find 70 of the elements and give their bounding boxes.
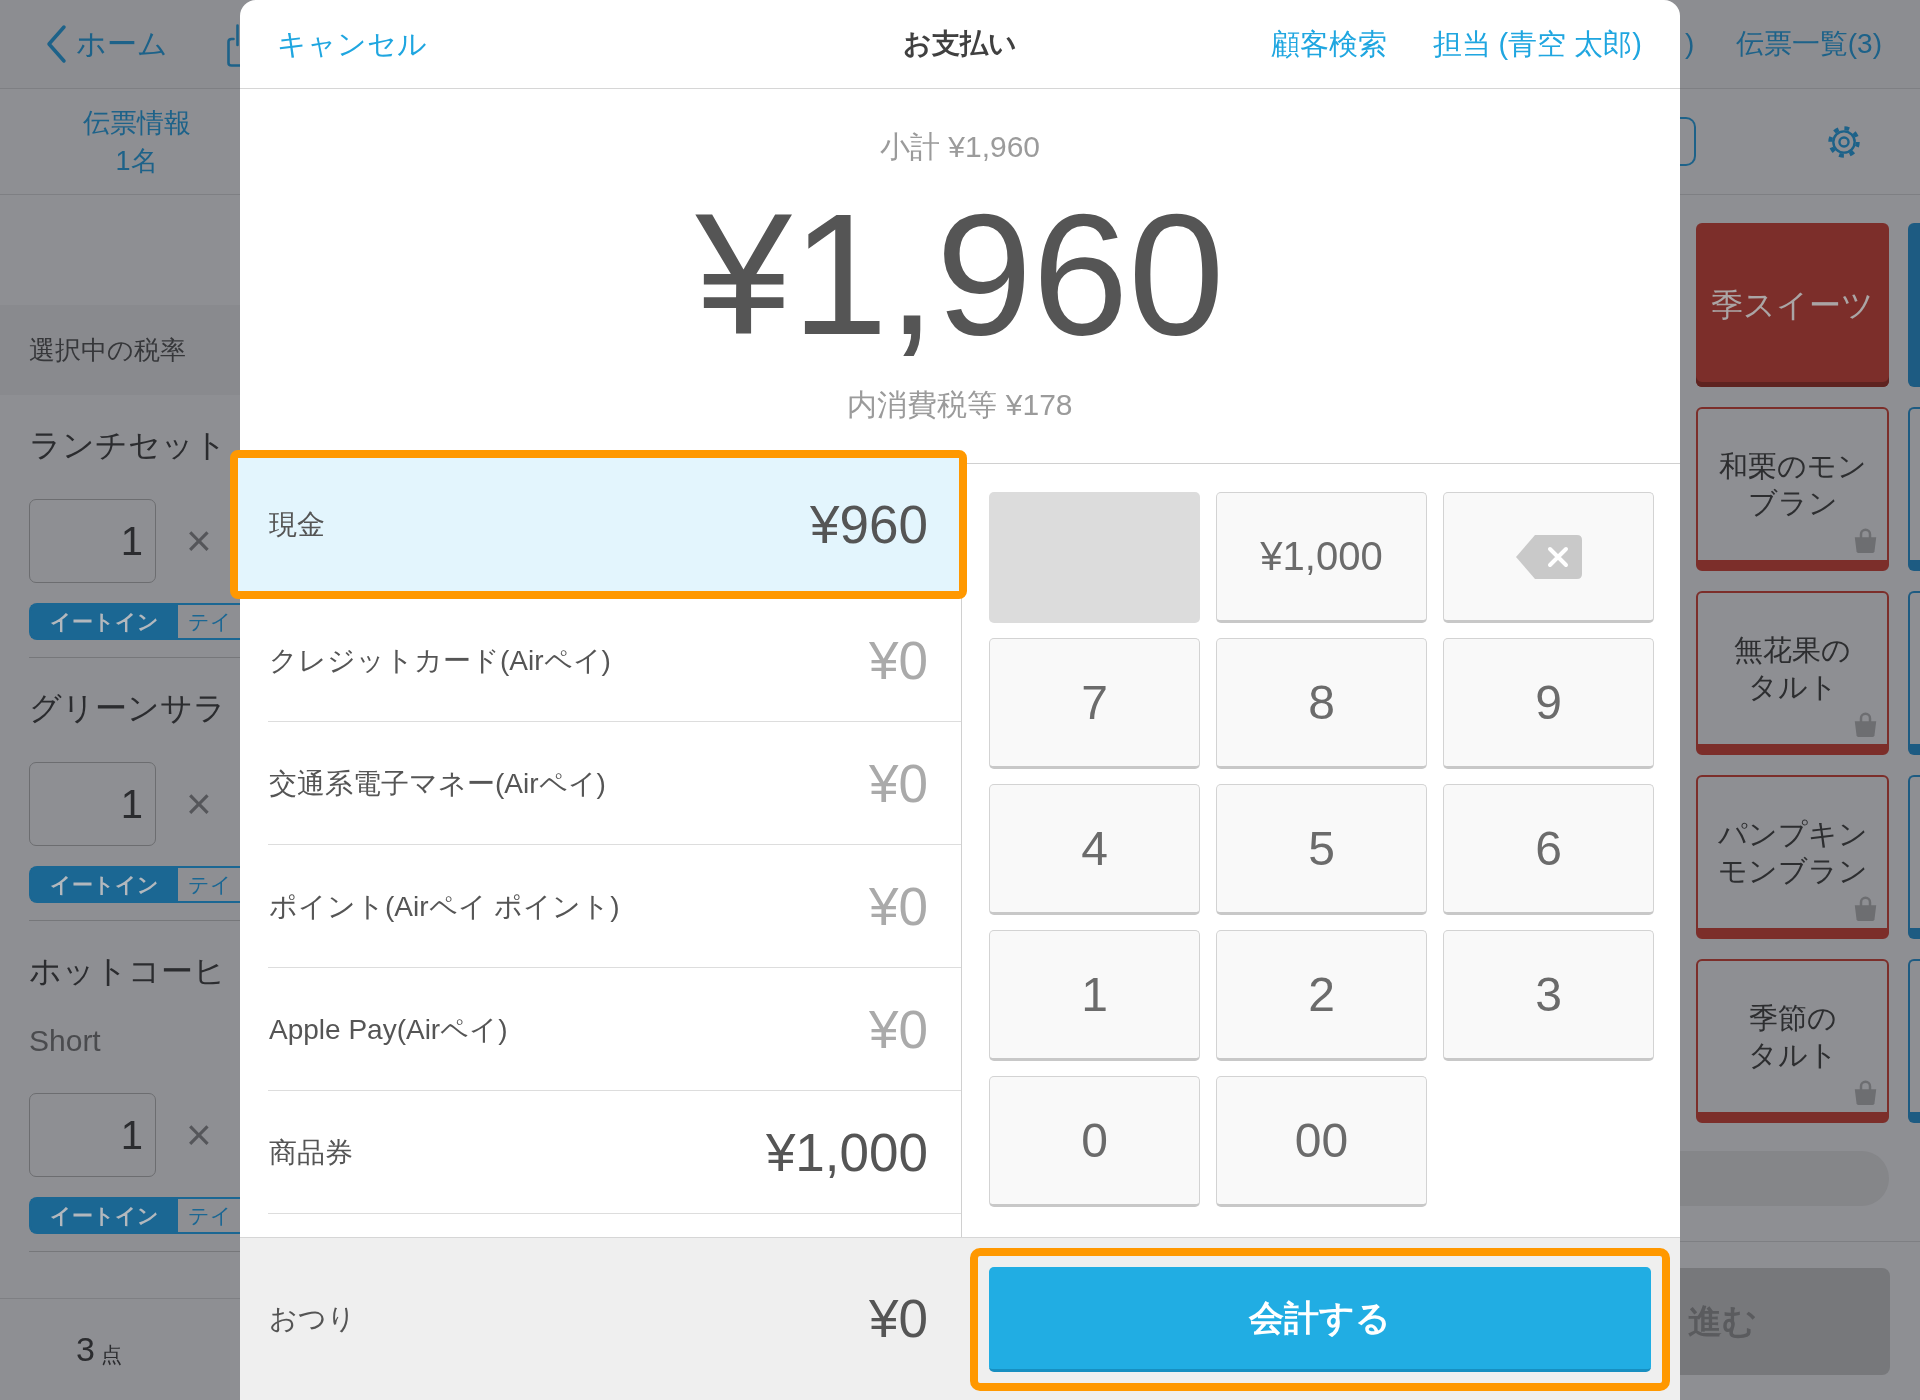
product-tile[interactable]: 無花果の タルト <box>1696 591 1889 755</box>
digit-key[interactable]: 00 <box>1216 1076 1427 1207</box>
product-tile[interactable]: パンプキン モンブラン <box>1696 775 1889 939</box>
settings-icon[interactable] <box>1828 125 1860 158</box>
customer-search-button[interactable]: 顧客検索 <box>1270 24 1387 64</box>
multiply-sign: × <box>186 518 212 564</box>
product-tile[interactable] <box>1908 591 1920 755</box>
payment-amount: ¥1,000 <box>765 1122 928 1183</box>
payment-method-label: 商品券 <box>269 1135 353 1170</box>
product-tile[interactable]: 季節の タルト <box>1696 959 1889 1123</box>
digit-key[interactable]: 7 <box>989 638 1200 769</box>
item-name: ランチセット <box>29 426 228 465</box>
tax-rate-label: 選択中の税率 <box>29 333 186 367</box>
backspace-icon <box>1514 533 1583 580</box>
bag-icon <box>1852 895 1879 922</box>
chevron-left-icon <box>45 24 67 64</box>
item-name: ホットコーヒ <box>29 952 227 991</box>
segment-tab[interactable]: イートイン <box>29 866 178 903</box>
delete-key[interactable] <box>1443 492 1654 623</box>
cancel-button[interactable]: キャンセル <box>277 24 427 64</box>
payment-amount: ¥0 <box>869 630 928 691</box>
digit-key[interactable]: 9 <box>1443 638 1654 769</box>
digit-key[interactable]: 6 <box>1443 784 1654 915</box>
change-label: おつり <box>269 1302 356 1336</box>
payment-amount: ¥960 <box>810 494 928 555</box>
total-amount: ¥1,960 <box>695 188 1225 361</box>
tax-text: 内消費税等 ¥178 <box>847 387 1073 423</box>
staff-button[interactable]: 担当 (青空 太郎) <box>1432 24 1642 64</box>
digit-key[interactable]: 8 <box>1216 638 1427 769</box>
digit-key[interactable]: 2 <box>1216 930 1427 1061</box>
item-name: グリーンサラ <box>29 689 227 728</box>
quantity-field[interactable]: 1 <box>29 762 156 846</box>
bag-icon <box>1852 527 1879 554</box>
search-field[interactable] <box>1680 117 1696 166</box>
segment-tab[interactable]: イートイン <box>29 1197 178 1234</box>
category-tile[interactable]: 季スイーツ <box>1696 223 1889 387</box>
change-amount: ¥0 <box>869 1289 928 1349</box>
payment-row[interactable]: 現金 ¥960 <box>230 450 967 599</box>
payment-amount: ¥0 <box>869 753 928 814</box>
share-icon[interactable] <box>227 23 240 67</box>
digit-key[interactable]: 1 <box>989 930 1200 1061</box>
payment-method-label: 現金 <box>269 507 325 542</box>
payment-method-label: ポイント(Airペイ ポイント) <box>269 889 620 924</box>
checkout-button[interactable]: 会計する <box>989 1267 1651 1372</box>
payment-method-label: Apple Pay(Airペイ) <box>269 1012 508 1047</box>
payment-method-label: クレジットカード(Airペイ) <box>269 643 611 678</box>
quantity-field[interactable]: 1 <box>29 499 156 583</box>
segment-tab[interactable]: イートイン <box>29 603 178 640</box>
bag-icon <box>1852 1079 1879 1106</box>
digit-key[interactable]: 0 <box>989 1076 1200 1207</box>
multiply-sign: × <box>186 1112 212 1158</box>
bag-icon <box>1852 711 1879 738</box>
product-tile[interactable]: 和栗のモン ブラン <box>1696 407 1889 571</box>
payment-method-label: 交通系電子マネー(Airペイ) <box>269 766 606 801</box>
digit-key[interactable]: 3 <box>1443 930 1654 1061</box>
subtotal-text: 小計 ¥1,960 <box>879 129 1041 165</box>
item-variant: Short <box>29 1023 102 1059</box>
product-tile[interactable] <box>1908 407 1920 571</box>
digit-key[interactable]: 4 <box>989 784 1200 915</box>
quantity-field[interactable]: 1 <box>29 1093 156 1177</box>
product-tile[interactable] <box>1908 959 1920 1123</box>
multiply-sign: × <box>186 781 212 827</box>
payment-amount: ¥0 <box>869 876 928 937</box>
product-tile[interactable] <box>1908 775 1920 939</box>
top-bar-label: ) <box>1685 27 1695 61</box>
amount-key[interactable]: ¥1,000 <box>1216 492 1427 623</box>
payment-amount: ¥0 <box>869 999 928 1060</box>
category-tile[interactable] <box>1908 223 1920 387</box>
dialog-title: お支払い <box>902 27 1017 61</box>
digit-key[interactable]: 5 <box>1216 784 1427 915</box>
